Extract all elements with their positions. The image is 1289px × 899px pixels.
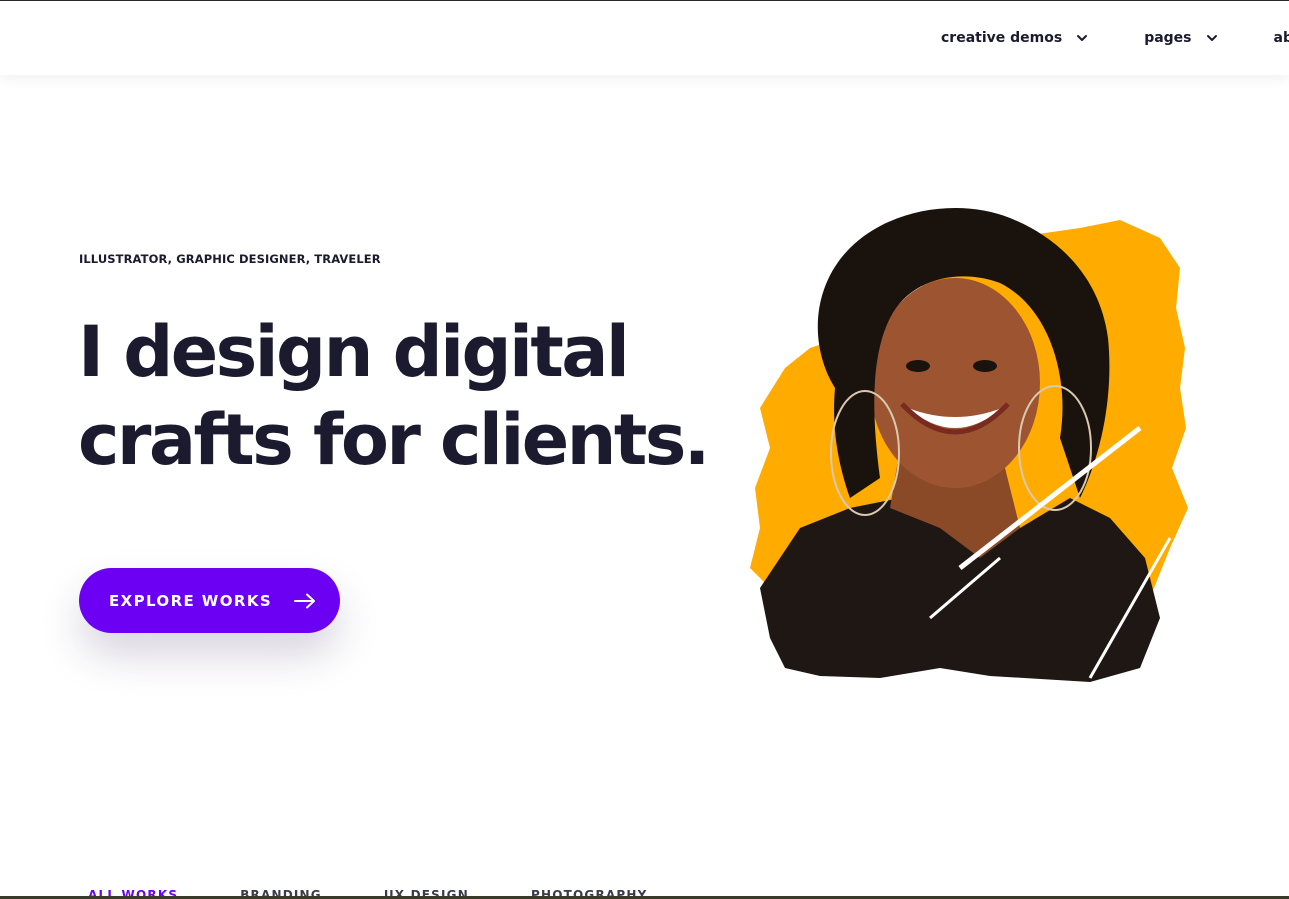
face [870,278,1040,488]
site-header: creative demos pages ab [0,1,1289,75]
page: creative demos pages ab ILLUSTRATOR, GRA… [0,0,1289,899]
nav-item-pages[interactable]: pages [1144,30,1217,46]
chevron-down-icon [1077,35,1088,41]
filter-branding[interactable]: BRANDING [240,888,322,896]
main-nav: creative demos pages ab [941,1,1289,75]
portfolio-filters: ALL WORKS BRANDING UX DESIGN PHOTOGRAPHY [88,888,710,896]
hero-headline-line-2: crafts for clients. [78,399,710,481]
nav-item-label: ab [1273,30,1289,46]
explore-works-button[interactable]: EXPLORE WORKS [79,568,340,633]
hero-headline-line-1: I design digital [78,311,630,393]
nav-item-about[interactable]: ab [1274,30,1289,46]
nav-item-label: pages [1144,30,1192,46]
portrait-image [750,208,1188,682]
right-eye [973,360,997,372]
hero-kicker: ILLUSTRATOR, GRAPHIC DESIGNER, TRAVELER [79,252,381,266]
arrow-right-icon [294,593,316,608]
explore-works-label: EXPLORE WORKS [109,591,273,610]
filter-all-works[interactable]: ALL WORKS [88,888,178,896]
nav-item-creative-demos[interactable]: creative demos [941,30,1088,46]
hero-headline: I design digital crafts for clients. [78,308,710,484]
nav-item-label: creative demos [941,30,1063,46]
filter-photography[interactable]: PHOTOGRAPHY [531,888,648,896]
left-eye [906,360,930,372]
filter-ux-design[interactable]: UX DESIGN [384,888,469,896]
chevron-down-icon [1206,35,1217,41]
